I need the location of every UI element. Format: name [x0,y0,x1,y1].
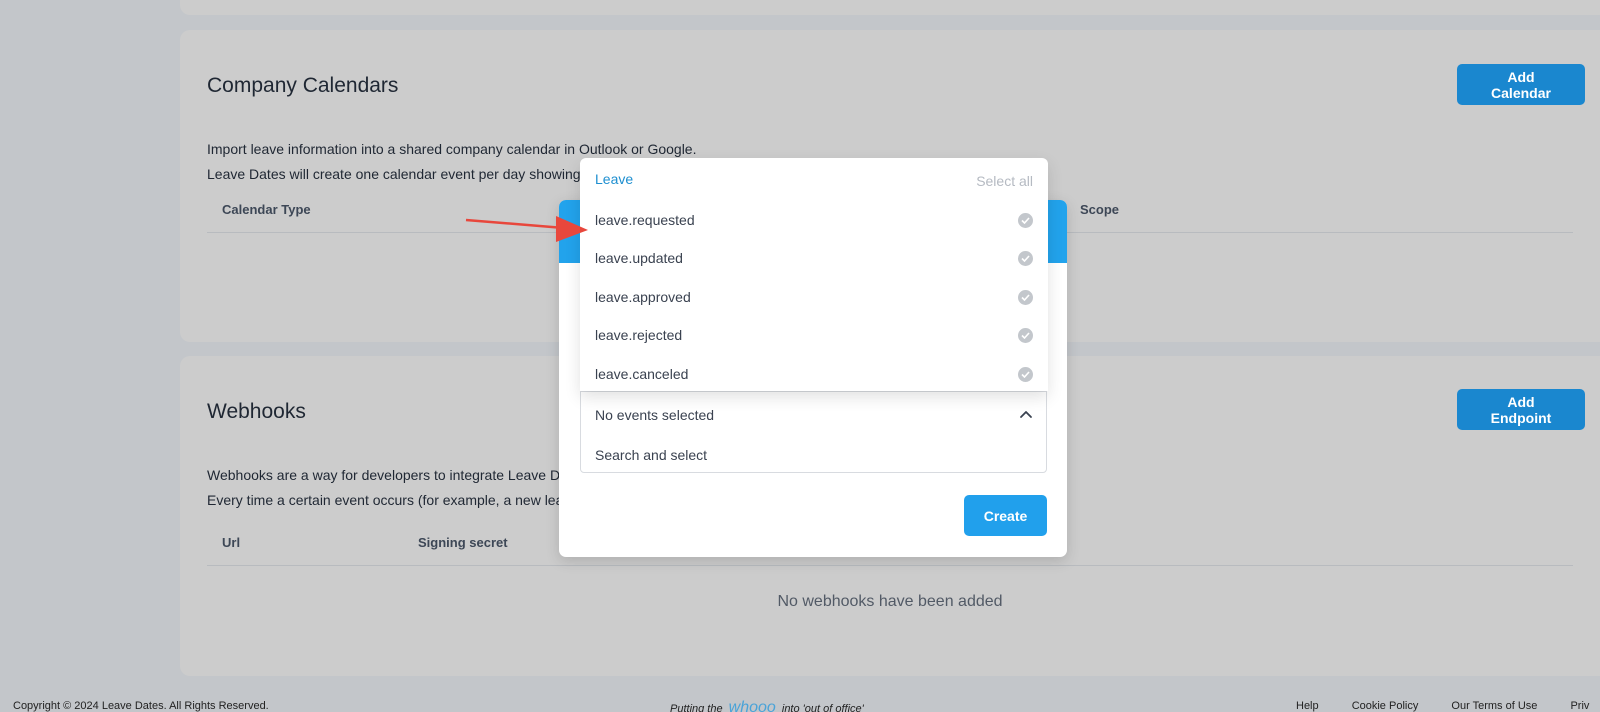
col-scope: Scope [1080,202,1120,217]
webhooks-table-divider [207,565,1573,566]
option-leave-approved[interactable]: leave.approved [580,279,1048,317]
events-search-input[interactable]: Search and select [595,447,707,463]
check-circle-icon [1018,328,1033,343]
select-all-link[interactable]: Select all [976,173,1033,189]
group-label-leave: Leave [595,171,634,187]
footer-link-cookie-policy[interactable]: Cookie Policy [1352,700,1419,712]
check-circle-icon [1018,290,1033,305]
calendars-desc-line2: Leave Dates will create one calendar eve… [207,166,595,182]
events-multiselect[interactable]: No events selected Search and select [580,391,1047,473]
brand-logo: whooo [728,699,776,712]
previous-card [180,0,1600,15]
events-select-value: No events selected [595,407,715,423]
webhooks-empty-message: No webhooks have been added [777,593,1003,610]
calendars-desc-line1: Import leave information into a shared c… [207,141,697,157]
option-leave-updated[interactable]: leave.updated [580,240,1048,278]
option-label: leave.canceled [595,366,689,382]
calendars-title: Company Calendars [207,74,399,97]
add-calendar-button[interactable]: Add Calendar [1457,64,1585,105]
col-url: Url [222,535,241,550]
footer-link-terms[interactable]: Our Terms of Use [1451,700,1537,712]
check-circle-icon [1018,367,1033,382]
tagline: Putting the whooo into 'out of office' [670,699,864,712]
add-endpoint-button[interactable]: Add Endpoint [1457,389,1585,430]
option-label: leave.rejected [595,327,683,343]
option-leave-rejected[interactable]: leave.rejected [580,317,1048,355]
create-button[interactable]: Create [964,495,1047,536]
chevron-up-icon[interactable] [1018,406,1034,422]
check-circle-icon [1018,251,1033,266]
footer-link-privacy[interactable]: Priv [1570,700,1589,712]
option-label: leave.approved [595,289,691,305]
option-leave-canceled[interactable]: leave.canceled [580,356,1048,394]
option-label: leave.requested [595,212,695,228]
webhooks-title: Webhooks [207,400,306,423]
webhooks-desc-line2: Every time a certain event occurs (for e… [207,492,579,508]
option-leave-requested[interactable]: leave.requested [580,202,1048,240]
col-calendar-type: Calendar Type [222,202,311,217]
tagline-post: into 'out of office' [781,703,864,712]
option-label: leave.updated [595,250,683,266]
footer-links: Help Cookie Policy Our Terms of Use Priv [1296,700,1600,712]
events-dropdown: Leave Select all leave.requested leave.u… [580,158,1048,391]
footer: Copyright © 2024 Leave Dates. All Rights… [0,699,1600,712]
footer-link-help[interactable]: Help [1296,700,1319,712]
check-circle-icon [1018,213,1033,228]
col-signing-secret: Signing secret [418,535,508,550]
webhooks-desc-line1: Webhooks are a way for developers to int… [207,467,572,483]
annotation-arrow-icon [465,216,588,242]
copyright-text: Copyright © 2024 Leave Dates. All Rights… [13,700,269,712]
tagline-pre: Putting the [670,703,723,712]
